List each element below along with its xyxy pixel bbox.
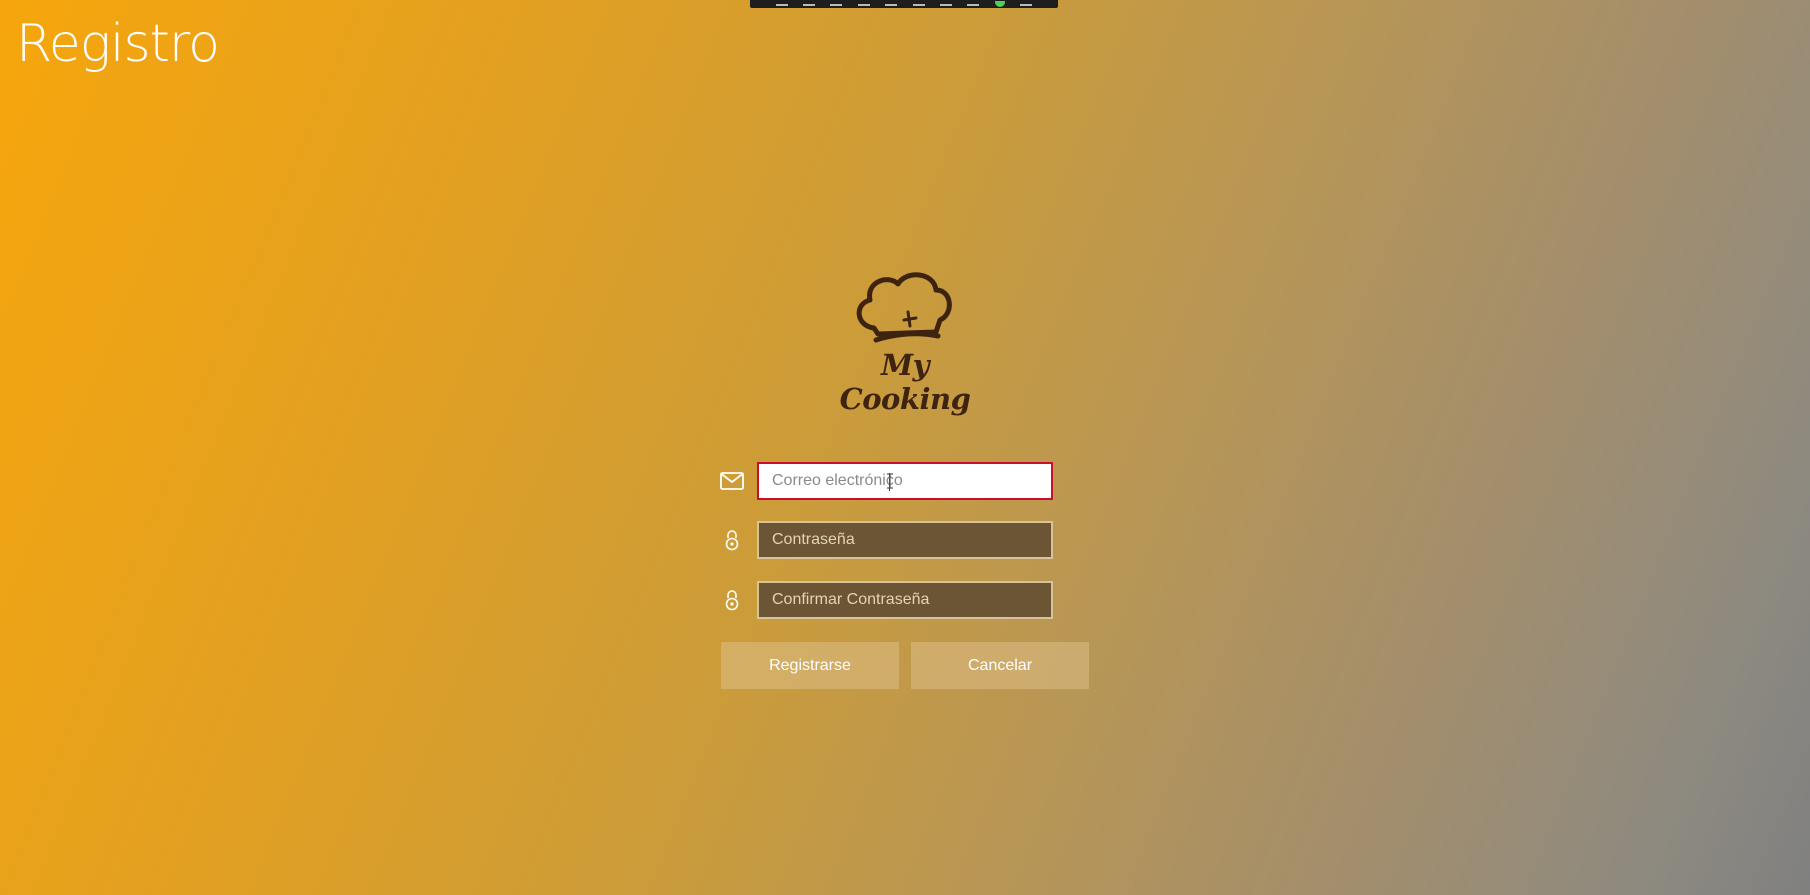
toolbar-button[interactable] [940,2,953,6]
logo-text: My Cooking [839,348,971,416]
password-row [718,521,1053,559]
toolbar-button[interactable] [803,2,816,6]
chef-hat-icon [856,272,952,343]
lock-icon [718,528,746,552]
confirm-password-row [718,581,1053,619]
page-title: Registro [16,14,220,74]
confirm-password-field[interactable] [757,581,1053,619]
cancel-button[interactable]: Cancelar [911,642,1089,689]
toolbar-button[interactable] [912,2,925,6]
toolbar-button[interactable] [967,2,980,6]
toolbar-button[interactable] [1020,2,1033,6]
password-field[interactable] [757,521,1053,559]
lock-icon [718,588,746,612]
screen-capture-toolbar[interactable] [750,0,1058,8]
email-field[interactable] [757,462,1053,500]
toolbar-button[interactable] [885,2,898,6]
mail-icon [718,469,746,493]
toolbar-button[interactable] [775,2,788,6]
text-cursor-icon [887,473,893,489]
app-logo: My Cooking [820,268,990,416]
toolbar-button[interactable] [857,2,870,6]
register-button[interactable]: Registrarse [721,642,899,689]
record-indicator-icon [994,1,1005,7]
toolbar-button[interactable] [830,2,843,6]
